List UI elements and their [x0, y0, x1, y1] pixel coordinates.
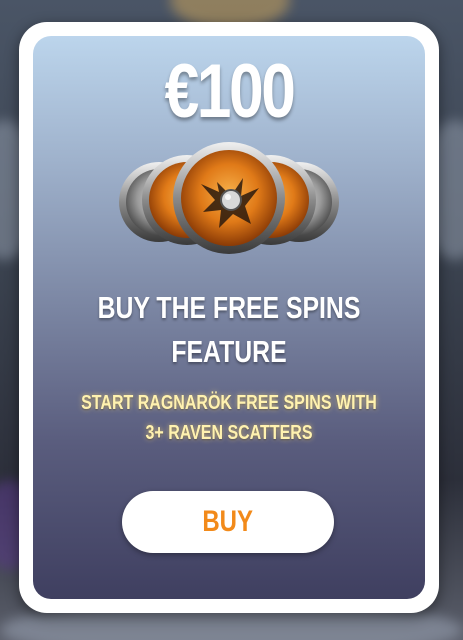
dialog-panel: €100 BUY THE FREE SPINS FEATURE START RA… [33, 36, 425, 599]
feature-description: START RAGNARÖK FREE SPINS WITH 3+ RAVEN … [72, 388, 386, 448]
feature-description-line-1: START RAGNARÖK FREE SPINS WITH [81, 392, 377, 414]
buy-button[interactable]: BUY [122, 491, 334, 553]
feature-description-line-2: 3+ RAVEN SCATTERS [145, 422, 313, 444]
feature-title-line-1: BUY THE FREE SPINS [97, 290, 361, 325]
buy-button-label: BUY [202, 505, 254, 538]
raven-shield-coins-icon [119, 142, 339, 254]
feature-price: €100 [164, 49, 296, 134]
buy-feature-dialog: €100 BUY THE FREE SPINS FEATURE START RA… [19, 22, 439, 613]
feature-title-line-2: FEATURE [171, 334, 287, 369]
feature-title: BUY THE FREE SPINS FEATURE [72, 286, 386, 374]
